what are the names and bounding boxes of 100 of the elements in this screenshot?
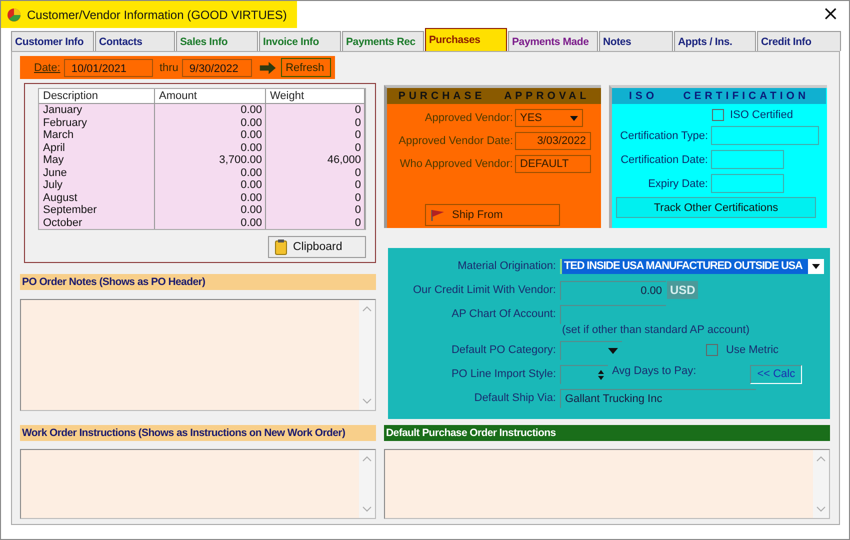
table-cell: 0.00: [155, 142, 266, 154]
table-cell: 0: [266, 192, 365, 204]
section-header: Default Purchase Order Instructions: [384, 425, 830, 441]
field-label: Default PO Category:: [450, 344, 556, 356]
column-header: Description: [39, 89, 155, 103]
tab[interactable]: Appts / Ins.: [674, 31, 756, 51]
field-label: Default Ship Via:: [473, 392, 556, 404]
dropdown[interactable]: TED INSIDE USA MANUFACTURED OUTSIDE USA: [560, 258, 824, 274]
table-cell: 0.00: [155, 179, 266, 192]
scroll-up-icon: [362, 456, 372, 462]
dropdown-caret-icon: [608, 348, 618, 354]
table-cell: 0.00: [155, 166, 266, 179]
table-cell: 0.00: [155, 129, 266, 142]
tab[interactable]: Notes: [599, 31, 673, 51]
field-label: Our Credit Limit With Vendor:: [412, 284, 556, 296]
column-header: Amount: [155, 89, 266, 103]
field-label: Certification Type:: [619, 130, 709, 142]
tab[interactable]: Payments Made: [508, 31, 598, 51]
currency-badge: USD: [667, 281, 698, 299]
column-header: Weight: [266, 89, 365, 103]
section-header: PO Order Notes (Shows as PO Header): [20, 274, 376, 290]
scrollbar[interactable]: [813, 450, 829, 518]
tab[interactable]: Credit Info: [757, 31, 841, 51]
tab[interactable]: Payments Rec: [342, 31, 424, 51]
field-label: PO Line Import Style:: [450, 368, 556, 380]
instructions-field[interactable]: [384, 449, 830, 519]
spin-arrows-icon: [598, 368, 604, 380]
table-cell: 0: [266, 166, 365, 179]
dropdown-caret-icon: [812, 264, 820, 268]
input-field[interactable]: 0.00: [560, 280, 666, 300]
arrow-icon: [258, 60, 277, 76]
scroll-up-icon: [362, 306, 372, 312]
input-field[interactable]: [711, 150, 784, 169]
input-field[interactable]: Gallant Trucking Inc: [560, 388, 756, 408]
table-cell: July: [39, 179, 155, 192]
checkbox-label: ISO Certified: [730, 109, 793, 121]
panel-title: PURCHASE APPROVAL: [387, 88, 601, 104]
table-cell: 46,000: [266, 154, 365, 166]
date-from-field[interactable]: 10/01/2021: [64, 58, 154, 76]
window-title: Customer/Vendor Information (GOOD VIRTUES): [27, 8, 287, 22]
table-cell: March: [39, 129, 155, 142]
scrollbar[interactable]: [359, 450, 375, 518]
table-cell: 0.00: [155, 104, 266, 116]
tab[interactable]: Purchases: [425, 28, 507, 51]
date-to-field[interactable]: 9/30/2022: [182, 58, 252, 76]
table-cell: 0.00: [155, 116, 266, 129]
field-label: Approved Vendor:: [424, 112, 513, 124]
tab[interactable]: Invoice Info: [259, 31, 341, 51]
input-field[interactable]: DEFAULT: [515, 155, 591, 173]
table-cell: 0: [266, 216, 365, 229]
table-cell: 0: [266, 104, 365, 116]
instructions-field[interactable]: [20, 449, 376, 519]
input-field[interactable]: 3/03/2022: [515, 132, 591, 150]
section-header: Work Order Instructions (Shows as Instructions on New Work Order): [20, 425, 376, 441]
thru-label: thru: [158, 62, 178, 74]
input-field[interactable]: [711, 174, 784, 193]
field-label: Avg Days to Pay:: [612, 365, 696, 377]
table-cell: 0: [266, 204, 365, 216]
field-label: Expiry Date:: [647, 178, 709, 190]
table-cell: January: [39, 104, 155, 116]
checkbox[interactable]: [712, 109, 724, 121]
table-cell: 0: [266, 142, 365, 154]
table-cell: September: [39, 204, 155, 216]
field-label: Material Origination:: [456, 260, 556, 272]
dropdown-caret-icon: [570, 116, 578, 120]
table-cell: 0.00: [155, 192, 266, 204]
checkbox[interactable]: [706, 344, 718, 356]
checkbox-label: Use Metric: [726, 344, 779, 356]
scrollbar[interactable]: [359, 300, 375, 410]
table-cell: October: [39, 216, 155, 229]
tab[interactable]: Customer Info: [11, 31, 94, 51]
calc-button[interactable]: << Calc: [750, 364, 802, 384]
table-cell: 0: [266, 129, 365, 142]
table-cell: August: [39, 192, 155, 204]
dropdown[interactable]: [560, 340, 622, 360]
input-field[interactable]: [560, 304, 666, 324]
table-cell: 0.00: [155, 204, 266, 216]
table-cell: April: [39, 142, 155, 154]
tab[interactable]: Sales Info: [176, 31, 258, 51]
notes-field[interactable]: [20, 299, 376, 411]
spin-field[interactable]: [560, 364, 608, 384]
clipboard-button[interactable]: Clipboard: [268, 236, 366, 258]
tab[interactable]: Contacts: [95, 31, 175, 51]
hint-text: (set if other than standard AP account): [562, 324, 751, 336]
track-certifications-button[interactable]: Track Other Certifications: [616, 197, 816, 218]
table-cell: February: [39, 116, 155, 129]
scroll-down-icon: [362, 506, 372, 512]
scroll-down-icon: [816, 506, 826, 512]
refresh-button[interactable]: Refresh: [280, 58, 332, 77]
scroll-up-icon: [816, 456, 826, 462]
app-logo-icon: [7, 8, 21, 22]
close-button[interactable]: ×: [812, 1, 849, 25]
date-label: Date:: [34, 62, 60, 74]
table-cell: 0: [266, 116, 365, 129]
table-cell: 0: [266, 179, 365, 192]
clipboard-icon: [275, 239, 287, 255]
ship-from-button[interactable]: Ship From: [425, 204, 560, 226]
input-field[interactable]: [711, 126, 819, 145]
field-label: Approved Vendor Date:: [398, 135, 513, 147]
dropdown[interactable]: YES: [515, 109, 583, 127]
